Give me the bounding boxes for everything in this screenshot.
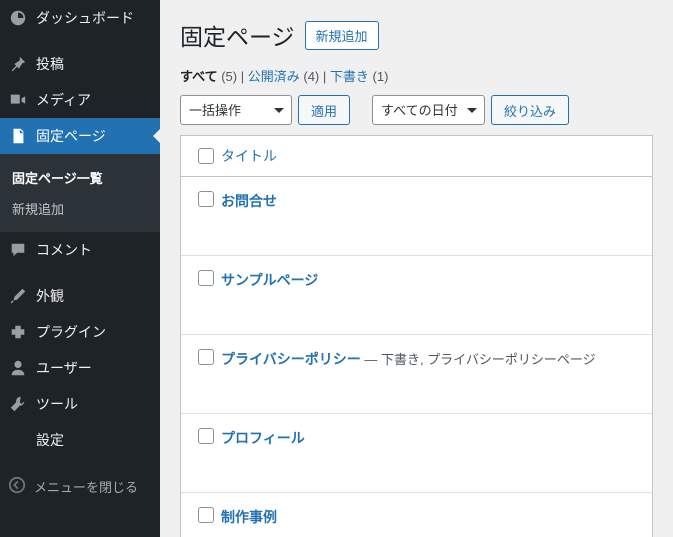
sidebar-label: 外観 bbox=[36, 286, 64, 306]
row-title[interactable]: プライバシーポリシー bbox=[221, 351, 361, 367]
collapse-menu[interactable]: メニューを閉じる bbox=[0, 468, 160, 505]
bulk-filter-bar: 一括操作 適用 すべての日付 絞り込み bbox=[180, 95, 653, 125]
sidebar-label: ユーザー bbox=[36, 358, 92, 378]
pin-icon bbox=[8, 54, 28, 74]
page-title: 固定ページ bbox=[180, 18, 295, 52]
sidebar-item-settings[interactable]: 設定 bbox=[0, 422, 160, 458]
filter-draft[interactable]: 下書き bbox=[330, 69, 369, 84]
page-icon bbox=[8, 126, 28, 146]
pages-table: タイトル お問合せ サンプルページ プライバシーポリシー — 下書き, プライバ… bbox=[180, 135, 653, 537]
date-filter-select[interactable]: すべての日付 bbox=[372, 95, 485, 125]
brush-icon bbox=[8, 286, 28, 306]
row-checkbox[interactable] bbox=[198, 349, 214, 365]
comment-icon bbox=[8, 240, 28, 260]
sidebar-item-media[interactable]: メディア bbox=[0, 82, 160, 118]
sidebar-label: コメント bbox=[36, 240, 92, 260]
table-header: タイトル bbox=[181, 136, 652, 177]
row-checkbox[interactable] bbox=[198, 507, 214, 523]
main-content: 固定ページ 新規追加 すべて (5) | 公開済み (4) | 下書き (1) … bbox=[160, 0, 673, 537]
sidebar-item-tools[interactable]: ツール bbox=[0, 386, 160, 422]
sidebar-label: ダッシュボード bbox=[36, 8, 134, 28]
filter-all[interactable]: すべて bbox=[180, 69, 218, 84]
submenu-item-page-list[interactable]: 固定ページ一覧 bbox=[0, 162, 160, 193]
table-row: サンプルページ bbox=[181, 256, 652, 335]
filter-sep: | bbox=[241, 69, 248, 84]
sliders-icon bbox=[8, 430, 28, 450]
submenu-item-add-new[interactable]: 新規追加 bbox=[0, 193, 160, 224]
sidebar-item-dashboard[interactable]: ダッシュボード bbox=[0, 0, 160, 36]
bulk-action-select[interactable]: 一括操作 bbox=[180, 95, 292, 125]
filter-draft-count: (1) bbox=[373, 69, 389, 84]
table-row: 制作事例 bbox=[181, 493, 652, 537]
view-filters: すべて (5) | 公開済み (4) | 下書き (1) bbox=[180, 66, 653, 85]
sidebar-label: 設定 bbox=[36, 430, 64, 450]
sidebar-label: ツール bbox=[36, 394, 78, 414]
apply-button[interactable]: 適用 bbox=[298, 95, 350, 125]
collapse-label: メニューを閉じる bbox=[34, 477, 138, 496]
sidebar-item-posts[interactable]: 投稿 bbox=[0, 46, 160, 82]
menu-separator bbox=[0, 36, 160, 46]
row-checkbox[interactable] bbox=[198, 428, 214, 444]
select-all-checkbox[interactable] bbox=[198, 148, 214, 164]
collapse-icon bbox=[8, 476, 26, 497]
sidebar-submenu: 固定ページ一覧 新規追加 bbox=[0, 154, 160, 232]
wrench-icon bbox=[8, 394, 28, 414]
menu-separator bbox=[0, 268, 160, 278]
plugin-icon bbox=[8, 322, 28, 342]
page-header: 固定ページ 新規追加 bbox=[180, 18, 653, 52]
sidebar-label: 投稿 bbox=[36, 54, 64, 74]
row-title[interactable]: プロフィール bbox=[221, 430, 305, 446]
sidebar-item-appearance[interactable]: 外観 bbox=[0, 278, 160, 314]
filter-button[interactable]: 絞り込み bbox=[491, 95, 569, 125]
column-title[interactable]: タイトル bbox=[221, 146, 277, 166]
row-title[interactable]: お問合せ bbox=[221, 193, 277, 209]
table-row: プロフィール bbox=[181, 414, 652, 493]
filter-all-count: (5) bbox=[221, 69, 237, 84]
row-title[interactable]: 制作事例 bbox=[221, 509, 277, 525]
row-state: — 下書き, プライバシーポリシーページ bbox=[361, 352, 596, 367]
sidebar-label: メディア bbox=[36, 90, 91, 110]
row-title[interactable]: サンプルページ bbox=[221, 272, 318, 288]
filter-published[interactable]: 公開済み bbox=[248, 69, 300, 84]
add-new-button[interactable]: 新規追加 bbox=[305, 21, 379, 50]
filter-published-count: (4) bbox=[303, 69, 319, 84]
media-icon bbox=[8, 90, 28, 110]
sidebar-item-plugins[interactable]: プラグイン bbox=[0, 314, 160, 350]
filter-sep: | bbox=[323, 69, 330, 84]
select-all-col bbox=[191, 148, 221, 164]
dashboard-icon bbox=[8, 8, 28, 28]
sidebar-item-comments[interactable]: コメント bbox=[0, 232, 160, 268]
sidebar-item-users[interactable]: ユーザー bbox=[0, 350, 160, 386]
admin-sidebar: ダッシュボード 投稿 メディア 固定ページ 固定ページ一覧 新規追加 コメント … bbox=[0, 0, 160, 537]
menu-separator bbox=[0, 458, 160, 468]
table-row: お問合せ bbox=[181, 177, 652, 256]
sidebar-item-pages[interactable]: 固定ページ bbox=[0, 118, 160, 154]
sidebar-label: 固定ページ bbox=[36, 126, 106, 146]
row-checkbox[interactable] bbox=[198, 191, 214, 207]
sidebar-label: プラグイン bbox=[36, 322, 106, 342]
row-checkbox[interactable] bbox=[198, 270, 214, 286]
table-row: プライバシーポリシー — 下書き, プライバシーポリシーページ bbox=[181, 335, 652, 414]
user-icon bbox=[8, 358, 28, 378]
